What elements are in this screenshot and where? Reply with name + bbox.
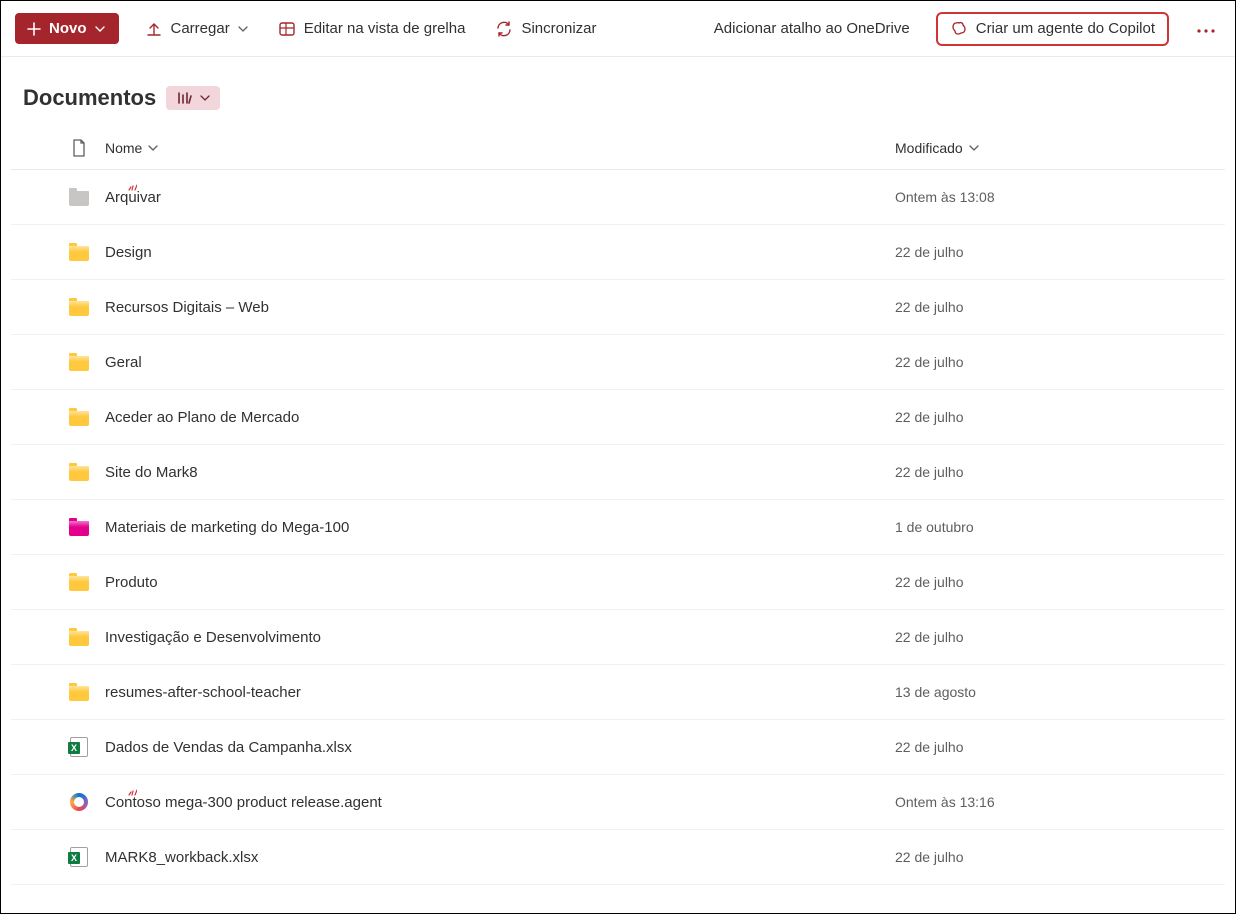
list-item[interactable]: Geral22 de julho (11, 335, 1225, 390)
add-shortcut-label: Adicionar atalho ao OneDrive (714, 20, 910, 37)
command-bar: Novo Carregar Editar na vista de grelha … (1, 1, 1235, 57)
item-name[interactable]: Produto (101, 574, 895, 591)
plus-icon (27, 22, 41, 36)
new-indicator-icon (127, 787, 137, 797)
folder-icon (69, 191, 89, 206)
name-column-header[interactable]: Nome (105, 140, 142, 156)
more-commands-button[interactable] (1191, 15, 1221, 42)
new-indicator-icon (127, 182, 137, 192)
item-modified: 22 de julho (895, 354, 964, 370)
item-name[interactable]: Investigação e Desenvolvimento (101, 629, 895, 646)
add-shortcut-onedrive-button[interactable]: Adicionar atalho ao OneDrive (710, 14, 914, 43)
folder-icon (69, 466, 89, 481)
list-item[interactable]: Recursos Digitais – Web22 de julho (11, 280, 1225, 335)
chevron-down-icon (238, 26, 248, 32)
page-title: Documentos (23, 85, 156, 111)
modified-column-header[interactable]: Modificado (895, 140, 963, 156)
folder-icon (69, 301, 89, 316)
item-modified: 13 de agosto (895, 684, 976, 700)
item-name[interactable]: Design (101, 244, 895, 261)
view-switcher[interactable] (166, 86, 220, 110)
new-button[interactable]: Novo (15, 13, 119, 44)
item-modified: 22 de julho (895, 849, 964, 865)
upload-icon (145, 20, 163, 38)
folder-icon (69, 686, 89, 701)
folder-icon (69, 521, 89, 536)
more-horizontal-icon (1197, 29, 1215, 33)
list-header-row: Nome Modificado (11, 129, 1225, 170)
list-item[interactable]: resumes-after-school-teacher13 de agosto (11, 665, 1225, 720)
item-name[interactable]: Aceder ao Plano de Mercado (101, 409, 895, 426)
copilot-label: Criar um agente do Copilot (976, 20, 1155, 37)
edit-grid-button[interactable]: Editar na vista de grelha (274, 14, 470, 44)
library-view-icon (176, 90, 192, 106)
library-heading: Documentos (11, 85, 1225, 111)
chevron-down-icon (969, 145, 979, 151)
list-item[interactable]: Aceder ao Plano de Mercado22 de julho (11, 390, 1225, 445)
edit-grid-label: Editar na vista de grelha (304, 20, 466, 37)
list-item[interactable]: Design22 de julho (11, 225, 1225, 280)
item-modified: Ontem às 13:08 (895, 189, 995, 205)
list-item[interactable]: Contoso mega-300 product release.agentOn… (11, 775, 1225, 830)
file-icon (71, 139, 87, 157)
folder-icon (69, 631, 89, 646)
sync-icon (495, 20, 513, 38)
file-list: ArquivarOntem às 13:08Design22 de julhoR… (11, 170, 1225, 885)
item-modified: 1 de outubro (895, 519, 974, 535)
folder-icon (69, 576, 89, 591)
item-modified: 22 de julho (895, 464, 964, 480)
item-name[interactable]: Dados de Vendas da Campanha.xlsx (101, 739, 895, 756)
item-modified: Ontem às 13:16 (895, 794, 995, 810)
item-name[interactable]: Materiais de marketing do Mega-100 (101, 519, 895, 536)
item-modified: 22 de julho (895, 244, 964, 260)
list-item[interactable]: Produto22 de julho (11, 555, 1225, 610)
list-item[interactable]: MARK8_workback.xlsx22 de julho (11, 830, 1225, 885)
item-name[interactable]: Recursos Digitais – Web (101, 299, 895, 316)
grid-icon (278, 20, 296, 38)
chevron-down-icon (148, 145, 158, 151)
copilot-agent-icon (70, 793, 88, 811)
list-item[interactable]: Dados de Vendas da Campanha.xlsx22 de ju… (11, 720, 1225, 775)
item-name[interactable]: Site do Mark8 (101, 464, 895, 481)
list-item[interactable]: Materiais de marketing do Mega-1001 de o… (11, 500, 1225, 555)
item-modified: 22 de julho (895, 629, 964, 645)
item-name[interactable]: Arquivar (101, 189, 895, 206)
upload-button[interactable]: Carregar (141, 14, 252, 44)
folder-icon (69, 356, 89, 371)
create-copilot-agent-button[interactable]: Criar um agente do Copilot (936, 12, 1169, 46)
sync-label: Sincronizar (521, 20, 596, 37)
item-name[interactable]: MARK8_workback.xlsx (101, 849, 895, 866)
list-item[interactable]: ArquivarOntem às 13:08 (11, 170, 1225, 225)
list-item[interactable]: Site do Mark822 de julho (11, 445, 1225, 500)
file-type-column-header[interactable] (57, 139, 101, 157)
item-name[interactable]: Geral (101, 354, 895, 371)
item-name[interactable]: resumes-after-school-teacher (101, 684, 895, 701)
item-modified: 22 de julho (895, 739, 964, 755)
item-name[interactable]: Contoso mega-300 product release.agent (101, 794, 895, 811)
excel-file-icon (70, 737, 88, 757)
item-modified: 22 de julho (895, 299, 964, 315)
list-item[interactable]: Investigação e Desenvolvimento22 de julh… (11, 610, 1225, 665)
folder-icon (69, 246, 89, 261)
new-button-label: Novo (49, 20, 87, 37)
item-modified: 22 de julho (895, 574, 964, 590)
content-area: Documentos Nome Modificado ArquivarOntem… (1, 57, 1235, 885)
folder-icon (69, 411, 89, 426)
copilot-icon (950, 20, 968, 38)
sync-button[interactable]: Sincronizar (491, 14, 600, 44)
excel-file-icon (70, 847, 88, 867)
chevron-down-icon (95, 26, 105, 32)
upload-label: Carregar (171, 20, 230, 37)
item-modified: 22 de julho (895, 409, 964, 425)
chevron-down-icon (200, 95, 210, 101)
